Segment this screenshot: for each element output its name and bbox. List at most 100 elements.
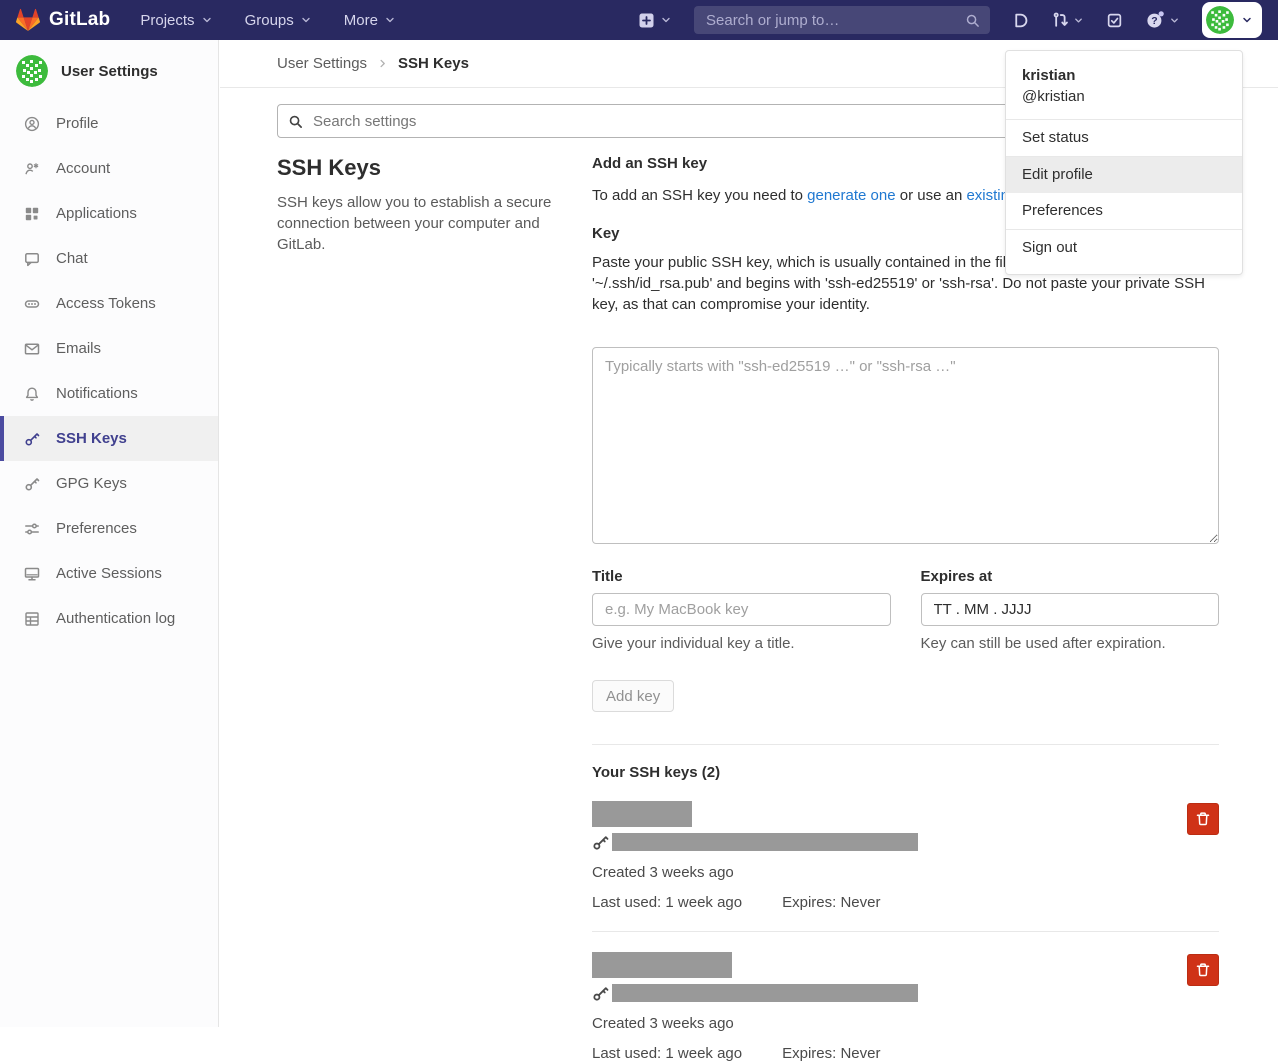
- section-info: SSH Keys SSH keys allow you to establish…: [277, 150, 577, 1062]
- user-avatar: [16, 55, 48, 87]
- chat-icon: [24, 251, 40, 267]
- sidebar-item-emails[interactable]: Emails: [0, 326, 218, 371]
- key-title-redacted: [592, 801, 692, 827]
- key-expires: Expires: Never: [782, 1045, 880, 1062]
- sidebar-item-ssh-keys[interactable]: SSH Keys: [0, 416, 218, 461]
- ssh-key-textarea[interactable]: [592, 347, 1219, 544]
- search-icon: [965, 13, 980, 28]
- delete-key-button[interactable]: [1187, 803, 1219, 835]
- notifications-icon: [24, 386, 40, 402]
- key-icon: [592, 834, 609, 851]
- page-description: SSH keys allow you to establish a secure…: [277, 192, 577, 255]
- todos-button[interactable]: [1106, 12, 1123, 29]
- merge-requests-icon: [1051, 11, 1069, 29]
- section-form: Add an SSH key To add an SSH key you nee…: [592, 150, 1219, 1062]
- section-divider: [592, 744, 1219, 745]
- key-created: Created 3 weeks ago: [592, 864, 1159, 881]
- ssh-key-row: Created 3 weeks ago Last used: 1 week ag…: [592, 952, 1219, 1062]
- help-button[interactable]: ?: [1145, 10, 1180, 30]
- global-search[interactable]: [694, 6, 990, 34]
- sidebar-item-access-tokens[interactable]: Access Tokens: [0, 281, 218, 326]
- expires-at-label: Expires at: [921, 568, 1220, 585]
- issues-icon: [1012, 12, 1029, 29]
- user-dropdown-menu: kristian @kristian Set status Edit profi…: [1005, 50, 1243, 275]
- menu-item-sign-out[interactable]: Sign out: [1006, 230, 1242, 266]
- page-title: SSH Keys: [277, 155, 577, 181]
- todo-icon: [1106, 12, 1123, 29]
- preferences-icon: [24, 521, 40, 537]
- chevron-down-icon: [660, 14, 672, 26]
- gitlab-logo[interactable]: GitLab: [16, 8, 110, 32]
- profile-icon: [24, 116, 40, 132]
- key-title-redacted: [592, 952, 732, 978]
- chevron-down-icon: [1241, 14, 1253, 26]
- sidebar-header: User Settings: [0, 40, 218, 101]
- sidebar-item-chat[interactable]: Chat: [0, 236, 218, 281]
- sidebar-item-account[interactable]: Account: [0, 146, 218, 191]
- issues-button[interactable]: [1012, 12, 1029, 29]
- merge-requests-button[interactable]: [1051, 11, 1084, 29]
- global-search-input[interactable]: [704, 11, 965, 30]
- chevron-down-icon: [1169, 15, 1180, 26]
- sidebar-item-preferences[interactable]: Preferences: [0, 506, 218, 551]
- user-dropdown-header: kristian @kristian: [1006, 59, 1242, 119]
- entry-divider: [592, 931, 1219, 932]
- user-name: kristian: [1022, 65, 1226, 86]
- settings-sidebar: User Settings Profile Account Applicatio…: [0, 40, 219, 1027]
- sidebar-item-profile[interactable]: Profile: [0, 101, 218, 146]
- sidebar-item-notifications[interactable]: Notifications: [0, 371, 218, 416]
- ssh-key-row: Created 3 weeks ago Last used: 1 week ag…: [592, 801, 1219, 911]
- menu-item-set-status[interactable]: Set status: [1006, 120, 1242, 156]
- nav-projects[interactable]: Projects: [140, 12, 212, 29]
- gitlab-wordmark: GitLab: [49, 9, 110, 31]
- your-ssh-keys-heading: Your SSH keys (2): [592, 764, 1219, 781]
- menu-item-edit-profile[interactable]: Edit profile: [1006, 157, 1242, 193]
- user-avatar: [1206, 6, 1234, 34]
- breadcrumb-user-settings[interactable]: User Settings: [277, 55, 367, 72]
- key-last-used: Last used: 1 week ago: [592, 1045, 742, 1062]
- top-navbar: GitLab Projects Groups More: [0, 0, 1278, 40]
- chevron-down-icon: [201, 14, 213, 26]
- sidebar-item-authentication-log[interactable]: Authentication log: [0, 596, 218, 641]
- key-created: Created 3 weeks ago: [592, 1015, 1159, 1032]
- chevron-down-icon: [1073, 15, 1084, 26]
- trash-icon: [1195, 811, 1211, 827]
- new-menu-button[interactable]: [638, 12, 672, 29]
- chevron-down-icon: [384, 14, 396, 26]
- search-icon: [288, 114, 303, 129]
- applications-icon: [24, 206, 40, 222]
- title-hint: Give your individual key a title.: [592, 635, 891, 652]
- key-expires: Expires: Never: [782, 894, 880, 911]
- key-fingerprint-redacted: [612, 833, 918, 851]
- sidebar-title: User Settings: [61, 63, 158, 80]
- key-icon: [24, 431, 40, 447]
- sidebar-item-gpg-keys[interactable]: GPG Keys: [0, 461, 218, 506]
- sidebar-item-active-sessions[interactable]: Active Sessions: [0, 551, 218, 596]
- sidebar-item-applications[interactable]: Applications: [0, 191, 218, 236]
- menu-item-preferences[interactable]: Preferences: [1006, 193, 1242, 229]
- key-icon: [24, 476, 40, 492]
- nav-groups[interactable]: Groups: [245, 12, 312, 29]
- account-icon: [24, 161, 40, 177]
- chevron-down-icon: [300, 14, 312, 26]
- key-last-used: Last used: 1 week ago: [592, 894, 742, 911]
- key-title-input[interactable]: [592, 593, 891, 626]
- gitlab-tanuki-icon: [16, 8, 40, 32]
- chevron-right-icon: [377, 58, 388, 69]
- nav-more[interactable]: More: [344, 12, 396, 29]
- expires-at-input[interactable]: [921, 593, 1220, 626]
- generate-one-link[interactable]: generate one: [807, 187, 895, 204]
- emails-icon: [24, 341, 40, 357]
- key-icon: [592, 985, 609, 1002]
- svg-text:?: ?: [1151, 15, 1157, 27]
- title-label: Title: [592, 568, 891, 585]
- user-menu-button[interactable]: [1202, 2, 1262, 38]
- key-fingerprint-redacted: [612, 984, 918, 1002]
- help-icon: ?: [1145, 10, 1165, 30]
- access-tokens-icon: [24, 296, 40, 312]
- delete-key-button[interactable]: [1187, 954, 1219, 986]
- expires-hint: Key can still be used after expiration.: [921, 635, 1220, 652]
- add-key-button[interactable]: Add key: [592, 680, 674, 712]
- breadcrumb-current: SSH Keys: [398, 55, 469, 72]
- authentication-log-icon: [24, 611, 40, 627]
